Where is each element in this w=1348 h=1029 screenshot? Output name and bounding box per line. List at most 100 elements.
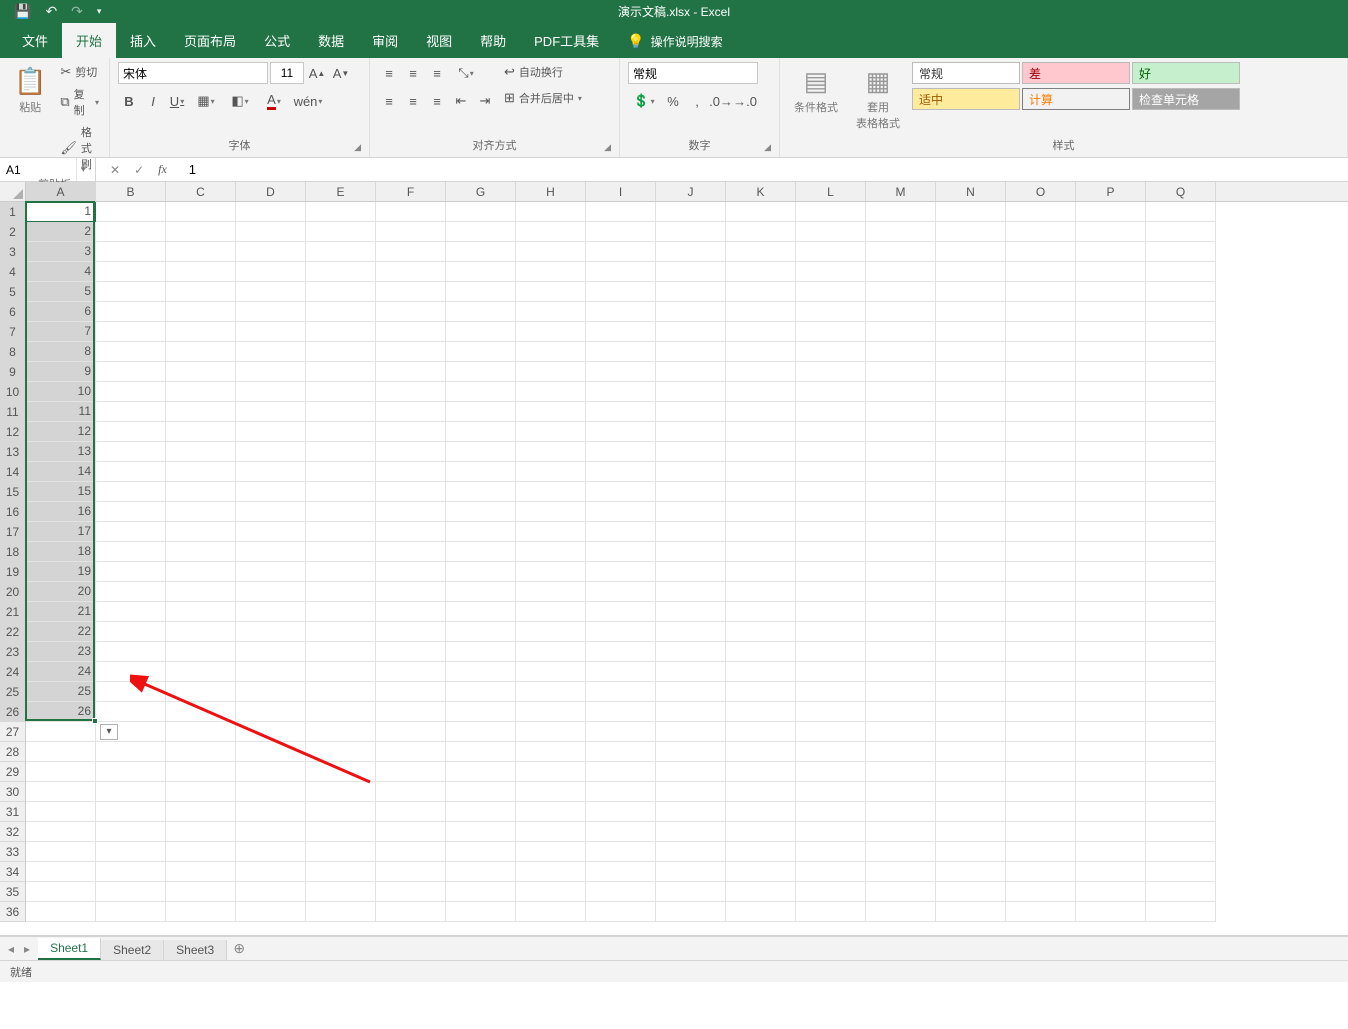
cell[interactable]: [96, 442, 166, 462]
cell[interactable]: [96, 242, 166, 262]
cell[interactable]: [1076, 462, 1146, 482]
cell[interactable]: [516, 282, 586, 302]
cell[interactable]: [1076, 602, 1146, 622]
cell[interactable]: [516, 582, 586, 602]
tab-home[interactable]: 开始: [62, 23, 116, 58]
cell[interactable]: [306, 382, 376, 402]
copy-button[interactable]: ⧉复制▾: [58, 84, 101, 120]
cell[interactable]: [586, 382, 656, 402]
cell[interactable]: [936, 302, 1006, 322]
cell[interactable]: [516, 202, 586, 222]
cell[interactable]: [236, 462, 306, 482]
cell[interactable]: [796, 602, 866, 622]
cell[interactable]: [446, 282, 516, 302]
cell[interactable]: [306, 822, 376, 842]
cell[interactable]: [586, 402, 656, 422]
cell[interactable]: [1146, 762, 1216, 782]
cell[interactable]: [1076, 222, 1146, 242]
cell[interactable]: 24: [26, 662, 96, 682]
cell[interactable]: [586, 482, 656, 502]
cell[interactable]: [306, 902, 376, 922]
cell[interactable]: [1076, 742, 1146, 762]
cell[interactable]: [866, 842, 936, 862]
cell[interactable]: [656, 822, 726, 842]
cell[interactable]: [796, 402, 866, 422]
cell[interactable]: [306, 862, 376, 882]
cell[interactable]: [1076, 842, 1146, 862]
cell[interactable]: [866, 342, 936, 362]
cell[interactable]: [796, 262, 866, 282]
cell[interactable]: [726, 682, 796, 702]
cell[interactable]: [936, 362, 1006, 382]
cell[interactable]: [586, 622, 656, 642]
cell[interactable]: [796, 382, 866, 402]
cell[interactable]: [936, 902, 1006, 922]
tab-page-layout[interactable]: 页面布局: [170, 23, 250, 58]
tab-pdf[interactable]: PDF工具集: [520, 23, 613, 58]
cell[interactable]: [726, 562, 796, 582]
column-header-O[interactable]: O: [1006, 182, 1076, 201]
cell[interactable]: [376, 562, 446, 582]
cell[interactable]: [446, 822, 516, 842]
cell[interactable]: [236, 282, 306, 302]
cell[interactable]: [1076, 382, 1146, 402]
cell[interactable]: [1076, 262, 1146, 282]
row-header[interactable]: 22: [0, 622, 25, 642]
sheet-nav-buttons[interactable]: ◂ ▸: [0, 937, 38, 960]
cell[interactable]: [1146, 242, 1216, 262]
cell[interactable]: [1076, 722, 1146, 742]
cancel-formula-icon[interactable]: ✕: [110, 163, 120, 177]
cell[interactable]: [516, 242, 586, 262]
cell[interactable]: [1006, 722, 1076, 742]
cell[interactable]: [796, 282, 866, 302]
cell[interactable]: [1146, 262, 1216, 282]
cell[interactable]: [446, 662, 516, 682]
cell[interactable]: [796, 542, 866, 562]
cell[interactable]: [796, 482, 866, 502]
cell[interactable]: [866, 622, 936, 642]
tab-formulas[interactable]: 公式: [250, 23, 304, 58]
cell[interactable]: [796, 202, 866, 222]
cell[interactable]: [96, 662, 166, 682]
cell[interactable]: [796, 302, 866, 322]
cell[interactable]: [306, 342, 376, 362]
cell[interactable]: [376, 422, 446, 442]
cell[interactable]: [726, 662, 796, 682]
cell[interactable]: [166, 742, 236, 762]
decrease-font-button[interactable]: A▼: [330, 62, 352, 84]
row-header[interactable]: 9: [0, 362, 25, 382]
cell[interactable]: [376, 482, 446, 502]
cell[interactable]: [376, 242, 446, 262]
cell[interactable]: 26: [26, 702, 96, 722]
cell[interactable]: [96, 902, 166, 922]
cell[interactable]: [656, 382, 726, 402]
cell[interactable]: [96, 642, 166, 662]
cell[interactable]: [236, 242, 306, 262]
cell[interactable]: 6: [26, 302, 96, 322]
cell[interactable]: [516, 522, 586, 542]
cell[interactable]: 11: [26, 402, 96, 422]
cell[interactable]: [376, 362, 446, 382]
cell[interactable]: [446, 742, 516, 762]
cell[interactable]: [866, 422, 936, 442]
cell[interactable]: [936, 542, 1006, 562]
cell[interactable]: [1006, 302, 1076, 322]
cell[interactable]: [866, 702, 936, 722]
cell[interactable]: [726, 782, 796, 802]
cell[interactable]: [166, 862, 236, 882]
undo-icon[interactable]: ↶: [45, 3, 57, 20]
cell[interactable]: 2: [26, 222, 96, 242]
cell[interactable]: [166, 502, 236, 522]
cell[interactable]: [96, 842, 166, 862]
cell[interactable]: [236, 662, 306, 682]
cell[interactable]: [936, 642, 1006, 662]
cell[interactable]: [586, 602, 656, 622]
cell[interactable]: [796, 702, 866, 722]
cell[interactable]: [376, 282, 446, 302]
cell[interactable]: [586, 862, 656, 882]
cell[interactable]: [26, 822, 96, 842]
align-right-button[interactable]: ≡: [426, 90, 448, 112]
cell[interactable]: [516, 382, 586, 402]
cell[interactable]: [166, 882, 236, 902]
cell[interactable]: [306, 702, 376, 722]
